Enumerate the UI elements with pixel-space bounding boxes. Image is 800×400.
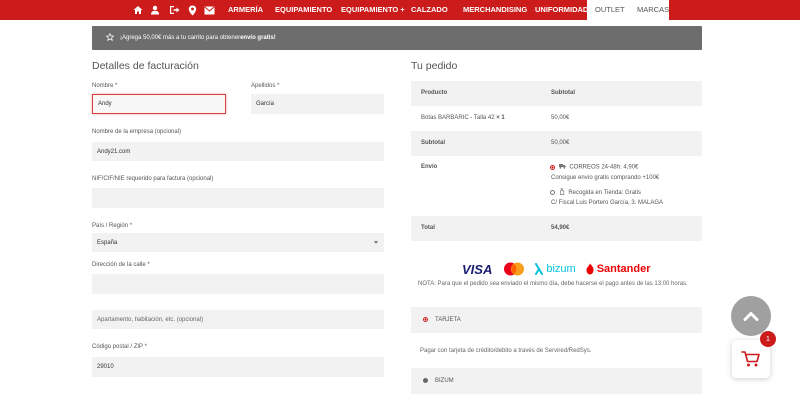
order-item-row: Botas BARBARIC - Talla 42 × 1 50,00€ [411, 106, 702, 131]
nif-input[interactable] [92, 188, 384, 208]
pais-select[interactable]: España [92, 233, 384, 252]
calle-input[interactable] [92, 274, 384, 294]
envio-option-tienda[interactable]: Recogida en Tienda: Gratis [550, 188, 641, 197]
logout-icon[interactable] [167, 3, 181, 17]
mastercard-logo: mastercard [503, 262, 525, 276]
total-value: 54,90€ [551, 225, 570, 231]
nav-link-outlet[interactable]: OUTLET [587, 0, 629, 20]
nav-link-calzado[interactable]: CALZADO [411, 0, 448, 20]
notice-bold-text: envío gratis! [240, 35, 276, 41]
subtotal-label: Subtotal [421, 140, 445, 146]
nif-label: NIF/CIF/NIE requerido para factura (opci… [92, 176, 214, 182]
nav-link-armeria[interactable]: ARMERÍA [228, 0, 263, 20]
item-qty: × 1 [496, 115, 505, 121]
pais-value: España [97, 239, 118, 246]
home-icon[interactable] [131, 3, 145, 17]
nav-link-equipamiento[interactable]: EQUIPAMIENTO [275, 0, 332, 20]
bizum-option-label: BIZUM [435, 378, 454, 384]
scroll-to-top-button[interactable] [731, 296, 771, 336]
bizum-radio[interactable] [423, 378, 428, 383]
cp-label: Código postal / ZIP * [92, 344, 147, 350]
nombre-value: Andy [98, 101, 112, 107]
envio-opt1-note: Consigue envío gratis comprando +100€ [551, 175, 660, 181]
envio-opt1-text: CORREOS 24-48h: 4,90€ [569, 164, 639, 171]
payment-logos: VISA mastercard bizum Santander [462, 260, 650, 278]
payment-option-tarjeta[interactable]: TARJETA [411, 307, 702, 333]
empresa-input[interactable]: Andy21.com [92, 142, 384, 161]
total-label: Total [421, 225, 435, 231]
cp-input[interactable]: 29010 [92, 357, 384, 377]
subtotal-row: Subtotal 50,00€ [411, 131, 702, 156]
top-navigation-bar: ARMERÍA EQUIPAMIENTO EQUIPAMIENTO + CALZ… [0, 0, 800, 20]
visa-logo: VISA [462, 261, 493, 277]
envio-row: Envío CORREOS 24-48h: 4,90€ Consigue env… [411, 156, 702, 216]
item-name-text: Botas BARBARIC - Talla 42 [421, 115, 495, 121]
envio-radio-tienda[interactable] [550, 190, 555, 195]
envio-opt2-text: Recogida en Tienda: Gratis [568, 190, 642, 197]
envio-option-correos[interactable]: CORREOS 24-48h: 4,90€ [550, 163, 638, 171]
total-row: Total 54,90€ [411, 216, 702, 241]
mastercard-circles-icon [504, 262, 525, 276]
location-icon[interactable] [185, 3, 199, 17]
empresa-label: Nombre de la empresa (opcional) [92, 129, 182, 135]
apellidos-value: García [256, 101, 275, 107]
santander-logo: Santander [585, 263, 651, 275]
chevron-up-icon [743, 312, 759, 321]
apellidos-input[interactable]: García [251, 94, 384, 114]
notice-text: ¡Agrega 50,00€ más a tu carrito para obt… [120, 35, 241, 41]
envio-opt2-note: C/ Fiscal Luis Portero García, 3. MALAGA [551, 200, 664, 206]
pais-label: País / Región * [92, 223, 133, 229]
free-shipping-notice: ¡Agrega 50,00€ más a tu carrito para obt… [92, 26, 702, 50]
nombre-input[interactable]: Andy [92, 94, 226, 114]
bizum-mark-icon [535, 263, 544, 275]
order-table: Producto Subtotal Botas BARBARIC - Talla… [411, 81, 702, 241]
calle-label: Dirección de la calle * [92, 262, 150, 268]
apartamento-placeholder: Apartamento, habitación, etc. (opcional) [97, 316, 204, 323]
bizum-label: bizum [546, 263, 576, 275]
item-name: Botas BARBARIC - Talla 42 × 1 [421, 115, 505, 121]
shopping-cart-icon [741, 351, 760, 367]
tarjeta-description: Pagar con tarjeta de crédito/debito a tr… [420, 348, 592, 354]
envio-label: Envío [421, 164, 438, 170]
santander-label: Santander [596, 263, 651, 275]
hand-icon [559, 188, 565, 197]
nav-link-merchandising[interactable]: MERCHANDISING [463, 0, 527, 20]
empresa-value: Andy21.com [97, 148, 131, 155]
payment-option-bizum[interactable]: BIZUM [411, 368, 702, 394]
cp-value: 29010 [97, 364, 114, 370]
star-icon [105, 32, 115, 43]
santander-flame-icon [586, 263, 594, 275]
apellidos-label: Apellidos * [251, 83, 280, 89]
chevron-down-icon [374, 241, 378, 244]
col-producto: Producto [421, 90, 448, 96]
nombre-label: Nombre * [92, 83, 118, 89]
nav-link-uniformidad[interactable]: UNIFORMIDAD [535, 0, 588, 20]
billing-title: Detalles de facturación [92, 60, 199, 72]
tarjeta-radio[interactable] [423, 317, 428, 322]
nav-link-marcas[interactable]: MARCAS [629, 0, 669, 20]
payment-note: NOTA: Para que el pedido sea enviado el … [418, 281, 688, 287]
subtotal-value: 50,00€ [551, 140, 570, 146]
order-header-row: Producto Subtotal [411, 81, 702, 106]
apartamento-input[interactable]: Apartamento, habitación, etc. (opcional) [92, 310, 384, 329]
user-icon[interactable] [148, 3, 162, 17]
col-subtotal: Subtotal [551, 90, 575, 96]
tarjeta-label: TARJETA [435, 317, 461, 323]
order-title: Tu pedido [411, 60, 458, 72]
envio-radio-correos[interactable] [550, 164, 555, 170]
item-price: 50,00€ [551, 115, 570, 121]
bizum-logo: bizum [534, 263, 576, 275]
nav-link-equipamiento-plus[interactable]: EQUIPAMIENTO + [341, 0, 405, 20]
cart-count-badge: 1 [760, 331, 776, 347]
mail-icon[interactable] [202, 3, 216, 17]
truck-icon [558, 163, 566, 171]
